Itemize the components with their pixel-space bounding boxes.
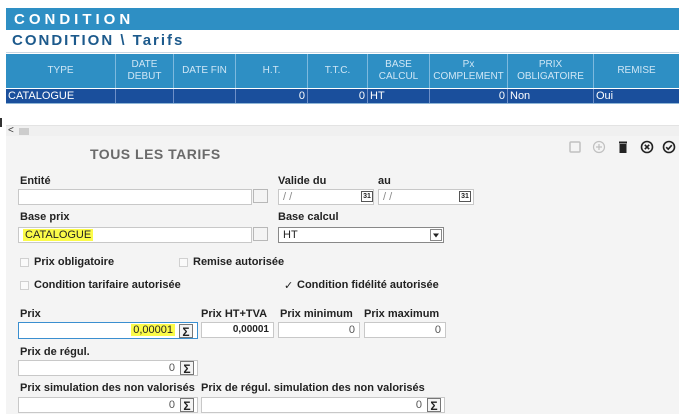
prix-label: Prix (20, 308, 41, 320)
condition-tarifaire-checkbox[interactable] (20, 281, 29, 290)
base-prix-lookup-button[interactable] (253, 227, 268, 241)
prix-ht-tva-field: 0,00001 (201, 322, 274, 338)
scroll-thumb[interactable] (19, 128, 29, 135)
col-ht[interactable]: H.T. (236, 54, 308, 88)
chevron-down-icon[interactable] (430, 229, 442, 241)
cell-date-debut (116, 89, 174, 103)
col-date-fin[interactable]: DATE FIN (174, 54, 236, 88)
col-prix-obligatoire[interactable]: PRIX OBLIGATOIRE (508, 54, 594, 88)
base-calcul-value: HT (283, 229, 298, 241)
prix-regul-simulation-field[interactable]: 0 (201, 397, 445, 413)
cell-remise: Oui (596, 90, 614, 102)
table-header: TYPE DATE DEBUT DATE FIN H.T. T.T.C. BAS… (6, 54, 679, 88)
base-prix-value: CATALOGUE (23, 229, 94, 241)
cell-ht: 0 (236, 89, 308, 103)
remise-autorisee-label: Remise autorisée (193, 256, 285, 268)
cell-date-fin (174, 89, 236, 103)
sum-icon[interactable]: Σ (180, 398, 194, 413)
add-icon[interactable] (592, 140, 606, 157)
sum-icon[interactable]: Σ (180, 361, 194, 376)
col-date-debut[interactable]: DATE DEBUT (116, 54, 174, 88)
table-row[interactable]: CATALOGUE 0 0 HT 0 Non Oui (6, 89, 679, 103)
breadcrumb-underline (6, 52, 679, 53)
prix-simulation-field[interactable]: 0 (18, 397, 198, 413)
base-calcul-label: Base calcul (278, 211, 339, 223)
col-type[interactable]: TYPE (6, 54, 116, 88)
base-prix-label: Base prix (20, 211, 70, 223)
breadcrumb: CONDITION \ Tarifs (12, 32, 185, 49)
col-ttc[interactable]: T.T.C. (308, 54, 368, 88)
cell-type: CATALOGUE (6, 89, 116, 103)
cell-ttc: 0 (308, 89, 368, 103)
entite-label: Entité (20, 175, 51, 187)
prix-regul-field[interactable]: 0 (18, 360, 198, 376)
col-base-calcul[interactable]: BASE CALCUL (368, 54, 430, 88)
prix-minimum-field[interactable]: 0 (278, 322, 360, 338)
base-prix-field[interactable]: CATALOGUE (18, 227, 252, 243)
prix-maximum-field[interactable]: 0 (364, 322, 446, 338)
cancel-icon[interactable] (640, 140, 654, 157)
prix-obligatoire-label: Prix obligatoire (34, 256, 115, 268)
prix-simulation-label: Prix simulation des non valorisés (20, 382, 195, 394)
prix-maximum-label: Prix maximum (364, 308, 440, 320)
calendar-icon[interactable]: 31 (459, 191, 471, 202)
prix-regul-simulation-label: Prix de régul. simulation des non valori… (201, 382, 425, 394)
section-title: TOUS LES TARIFS (90, 146, 221, 162)
cell-px-complement: 0 (430, 89, 508, 103)
entite-field[interactable] (18, 189, 252, 205)
calendar-icon[interactable]: 31 (361, 191, 373, 202)
au-label: au (378, 175, 391, 187)
prix-regul-label: Prix de régul. (20, 346, 90, 358)
condition-fidelite-checkbox[interactable]: ✓ (284, 279, 293, 292)
prix-obligatoire-checkbox[interactable] (20, 258, 29, 267)
window-title: CONDITION (6, 8, 679, 30)
base-calcul-select[interactable]: HT (278, 227, 444, 243)
validate-icon[interactable] (662, 140, 676, 157)
table-bottom-border (6, 103, 679, 104)
condition-tarifaire-label: Condition tarifaire autorisée (34, 279, 181, 291)
trash-icon[interactable] (616, 140, 630, 157)
valide-du-label: Valide du (278, 175, 327, 187)
valide-du-field[interactable]: / / (278, 189, 374, 205)
prix-ht-tva-label: Prix HT+TVA (201, 308, 268, 320)
condition-fidelite-label: Condition fidélité autorisée (297, 279, 439, 291)
prix-value: 0,00001 (131, 324, 175, 336)
entite-lookup-button[interactable] (253, 189, 268, 203)
remise-autorisee-checkbox[interactable] (179, 258, 188, 267)
sum-icon[interactable]: Σ (179, 324, 193, 339)
col-px-complement[interactable]: Px COMPLEMENT (430, 54, 508, 88)
prix-minimum-label: Prix minimum (280, 308, 353, 320)
cell-prix-obligatoire: Non (508, 89, 594, 103)
col-remise[interactable]: REMISE (594, 54, 679, 88)
prix-field[interactable]: 0,00001 (18, 322, 198, 339)
scroll-left-arrow[interactable]: < (8, 125, 14, 136)
copy-icon[interactable] (568, 140, 582, 157)
side-marker (0, 118, 2, 127)
cell-base-calcul: HT (368, 89, 430, 103)
sum-icon[interactable]: Σ (427, 398, 441, 413)
